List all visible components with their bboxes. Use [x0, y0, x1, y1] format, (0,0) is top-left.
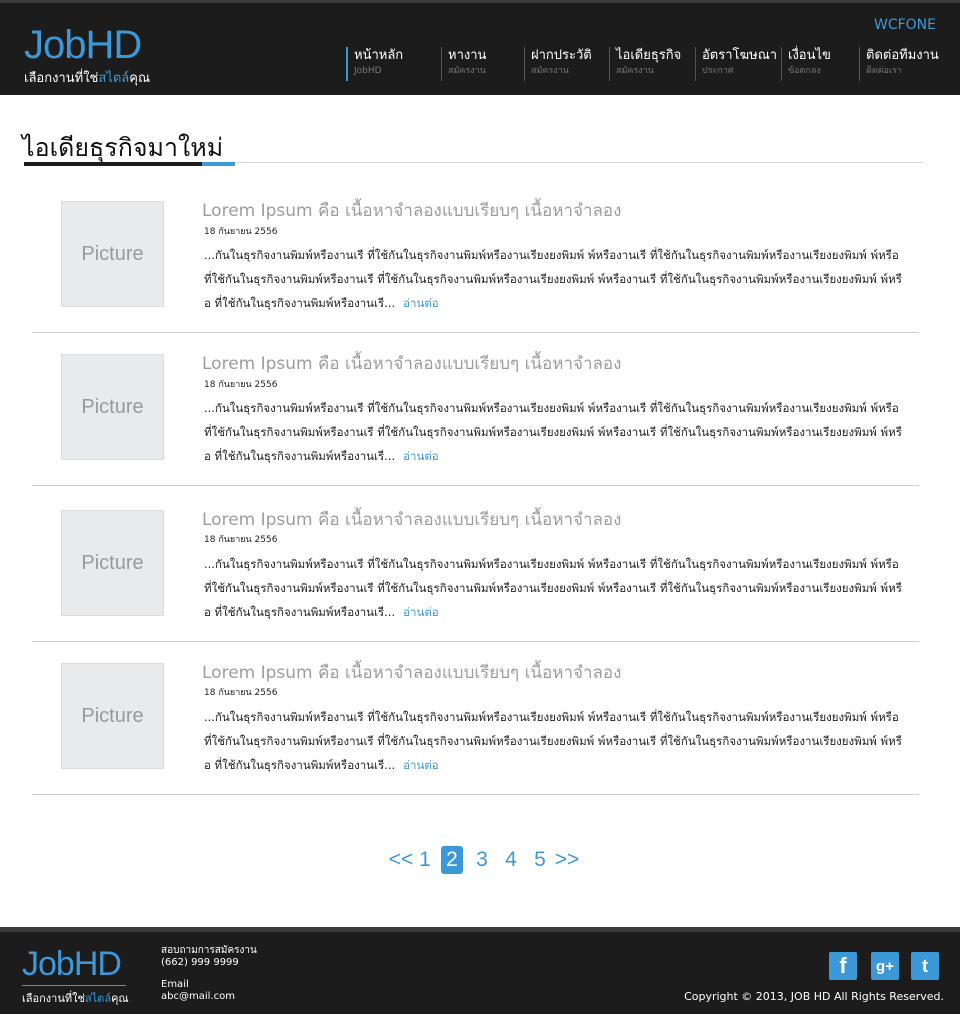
contact-phone: (662) 999 9999	[161, 957, 239, 968]
article-thumbnail[interactable]: Picture	[61, 201, 164, 307]
tagline-part: คุณ	[111, 992, 129, 1005]
nav-label: ฝากประวัติ	[531, 48, 592, 63]
article-item: Picture Lorem Ipsum คือ เนื้อหาจำลองแบบเ…	[32, 180, 919, 333]
nav-item-find-jobs[interactable]: หางาน สมัครงาน	[441, 47, 486, 81]
site-footer: JobHD เลือกงานที่ใช่สไตล์คุณ สอบถามการสม…	[0, 927, 960, 1014]
site-header: JobHD เลือกงานที่ใช่สไตล์คุณ WCFONE หน้า…	[0, 0, 960, 95]
twitter-icon[interactable]: t	[911, 952, 939, 980]
tagline-accent: สไตล์	[84, 992, 112, 1005]
tagline-part: คุณ	[129, 71, 151, 86]
title-underline	[24, 162, 202, 166]
page-link-3[interactable]: 3	[475, 846, 489, 874]
article-date: 18 กันยายน 2556	[204, 227, 278, 237]
footer-logo[interactable]: JobHD เลือกงานที่ใช่สไตล์คุณ	[22, 947, 129, 1007]
nav-label: หางาน	[448, 48, 487, 63]
article-excerpt: ...กันในธุรกิจงานพิมพ์หรืองานเรี ที่ใช้ก…	[204, 552, 904, 624]
nav-sublabel: JobHD	[354, 66, 382, 76]
page-link-1[interactable]: 1	[418, 846, 432, 874]
logo-text: JobHD	[24, 23, 142, 67]
article-item: Picture Lorem Ipsum คือ เนื้อหาจำลองแบบเ…	[32, 486, 919, 642]
footer-logo-tagline: เลือกงานที่ใช่สไตล์คุณ	[22, 989, 129, 1007]
nav-sublabel: สมัครงาน	[616, 66, 654, 76]
article-title[interactable]: Lorem Ipsum คือ เนื้อหาจำลองแบบเรียบๆ เน…	[202, 350, 621, 377]
article-thumbnail[interactable]: Picture	[61, 663, 164, 769]
nav-label: ไอเดียธุรกิจ	[616, 48, 682, 63]
page-link-5[interactable]: 5	[533, 846, 547, 874]
article-excerpt-text: ...กันในธุรกิจงานพิมพ์หรืองานเรี ที่ใช้ก…	[204, 557, 902, 619]
tagline-part: เลือกงานที่ใช่	[22, 992, 85, 1005]
nav-item-home[interactable]: หน้าหลัก JobHD	[346, 47, 403, 81]
nav-item-business-ideas[interactable]: ไอเดียธุรกิจ สมัครงาน	[609, 47, 681, 81]
contact-label: สอบถามการสมัครงาน	[161, 945, 257, 956]
nav-label: เงื่อนไข	[788, 48, 831, 63]
next-page-link[interactable]: >>	[554, 846, 580, 874]
page-link-2-current[interactable]: 2	[441, 846, 463, 874]
page-link-4[interactable]: 4	[504, 846, 518, 874]
article-item: Picture Lorem Ipsum คือ เนื้อหาจำลองแบบเ…	[32, 642, 919, 795]
nav-item-resume[interactable]: ฝากประวัติ สมัครงาน	[524, 47, 592, 81]
article-excerpt: ...กันในธุรกิจงานพิมพ์หรืองานเรี ที่ใช้ก…	[204, 705, 904, 777]
article-title[interactable]: Lorem Ipsum คือ เนื้อหาจำลองแบบเรียบๆ เน…	[202, 506, 621, 533]
article-thumbnail[interactable]: Picture	[61, 354, 164, 460]
article-title[interactable]: Lorem Ipsum คือ เนื้อหาจำลองแบบเรียบๆ เน…	[202, 197, 621, 224]
read-more-link[interactable]: อ่านต่อ	[403, 758, 439, 772]
read-more-link[interactable]: อ่านต่อ	[403, 296, 439, 310]
user-name-link[interactable]: WCFONE	[874, 17, 936, 33]
nav-item-terms[interactable]: เงื่อนไข ข้อตกลง	[781, 47, 831, 81]
nav-sublabel: ข้อตกลง	[788, 66, 821, 76]
prev-page-link[interactable]: <<	[388, 846, 414, 874]
article-date: 18 กันยายน 2556	[204, 535, 278, 545]
facebook-icon[interactable]: f	[829, 952, 857, 980]
tagline-accent: สไตล์	[98, 71, 130, 86]
copyright-text: Copyright © 2013, JOB HD All Rights Rese…	[684, 990, 944, 1003]
article-title[interactable]: Lorem Ipsum คือ เนื้อหาจำลองแบบเรียบๆ เน…	[202, 659, 621, 686]
article-excerpt-text: ...กันในธุรกิจงานพิมพ์หรืองานเรี ที่ใช้ก…	[204, 248, 902, 310]
nav-label: หน้าหลัก	[354, 48, 404, 63]
nav-label: ติดต่อทีมงาน	[866, 48, 939, 63]
nav-sublabel: ประกาศ	[702, 66, 734, 76]
nav-item-contact[interactable]: ติดต่อทีมงาน ติดต่อเรา	[859, 47, 939, 81]
tagline-part: เลือกงานที่ใช่	[24, 71, 99, 86]
article-item: Picture Lorem Ipsum คือ เนื้อหาจำลองแบบเ…	[32, 333, 919, 486]
nav-sublabel: สมัครงาน	[448, 66, 486, 76]
article-excerpt-text: ...กันในธุรกิจงานพิมพ์หรืองานเรี ที่ใช้ก…	[204, 401, 902, 463]
article-date: 18 กันยายน 2556	[204, 688, 278, 698]
read-more-link[interactable]: อ่านต่อ	[403, 605, 439, 619]
article-thumbnail[interactable]: Picture	[61, 510, 164, 616]
article-excerpt-text: ...กันในธุรกิจงานพิมพ์หรืองานเรี ที่ใช้ก…	[204, 710, 902, 772]
footer-contact: สอบถามการสมัครงาน (662) 999 9999 Email a…	[161, 945, 257, 1003]
contact-email[interactable]: abc@mail.com	[161, 991, 257, 1003]
nav-sublabel: ติดต่อเรา	[866, 66, 902, 76]
google-plus-icon[interactable]: g+	[871, 952, 899, 980]
nav-item-ad-rates[interactable]: อัตราโฆษณา ประกาศ	[695, 47, 777, 81]
logo-tagline: เลือกงานที่ใช่สไตล์คุณ	[24, 67, 150, 88]
title-underline-accent	[202, 162, 235, 166]
article-date: 18 กันยายน 2556	[204, 380, 278, 390]
article-excerpt: ...กันในธุรกิจงานพิมพ์หรืองานเรี ที่ใช้ก…	[204, 243, 904, 315]
nav-label: อัตราโฆษณา	[702, 48, 778, 63]
read-more-link[interactable]: อ่านต่อ	[403, 449, 439, 463]
article-excerpt: ...กันในธุรกิจงานพิมพ์หรืองานเรี ที่ใช้ก…	[204, 396, 904, 468]
email-label: Email	[161, 979, 189, 990]
site-logo[interactable]: JobHD เลือกงานที่ใช่สไตล์คุณ	[24, 25, 150, 88]
footer-logo-text: JobHD	[22, 947, 126, 986]
nav-sublabel: สมัครงาน	[531, 66, 569, 76]
